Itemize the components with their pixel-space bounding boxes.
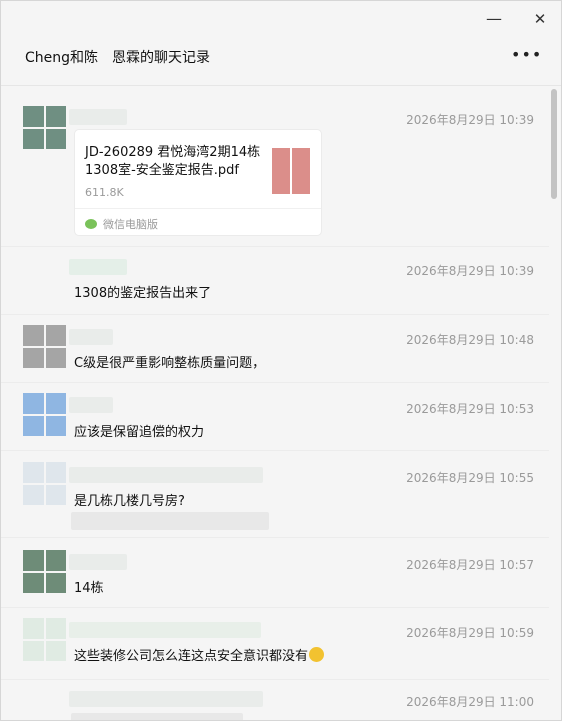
file-source-label: 微信电脑版 — [103, 218, 158, 231]
minimize-icon[interactable]: — — [483, 9, 505, 29]
sender-name-redacted — [69, 554, 127, 570]
title-bar: — ✕ Cheng和陈 恩霖的聊天记录 ••• — [1, 1, 561, 86]
sender-name-redacted — [69, 397, 113, 413]
message-text: C级是很严重影响整栋质量问题， — [74, 356, 266, 371]
message-text-redacted — [71, 713, 243, 720]
close-icon[interactable]: ✕ — [529, 9, 551, 29]
pdf-file-icon — [272, 148, 310, 194]
avatar[interactable] — [23, 550, 66, 593]
message-time: 2026年8月29日 11:00 — [406, 695, 534, 709]
avatar-tile — [23, 128, 44, 149]
message-text: 14栋 — [74, 581, 104, 596]
sender-name-redacted — [69, 329, 113, 345]
wechat-icon — [85, 219, 97, 229]
file-source: 微信电脑版 — [85, 216, 158, 232]
more-icon[interactable]: ••• — [511, 45, 542, 64]
page-title: Cheng和陈 恩霖的聊天记录 — [25, 47, 210, 67]
avatar-tile — [45, 106, 66, 127]
sender-name-redacted — [69, 622, 261, 638]
avatar[interactable] — [23, 106, 66, 149]
message-time: 2026年8月29日 10:53 — [406, 402, 534, 416]
message-text: 这些装修公司怎么连这点安全意识都没有 — [74, 645, 325, 664]
file-size: 611.8K — [85, 186, 124, 199]
message-item: 2026年8月29日 10:39 1308的鉴定报告出来了 — [1, 246, 549, 315]
divider — [75, 208, 321, 209]
scrollbar[interactable] — [551, 89, 557, 199]
sender-name-redacted — [69, 467, 263, 483]
message-item: 2026年8月29日 11:00 — [1, 679, 549, 720]
message-text: 1308的鉴定报告出来了 — [74, 286, 212, 301]
avatar[interactable] — [23, 325, 66, 368]
message-text: 是几栋几楼几号房? — [74, 494, 185, 509]
avatar[interactable] — [23, 393, 66, 436]
avatar[interactable] — [23, 618, 66, 661]
file-name: JD-260289 君悦海湾2期14栋1308室-安全鉴定报告.pdf — [85, 145, 261, 178]
message-time: 2026年8月29日 10:55 — [406, 471, 534, 485]
message-text-content: 这些装修公司怎么连这点安全意识都没有 — [74, 649, 309, 664]
sender-name-redacted — [69, 109, 127, 125]
quoted-text-redacted — [71, 512, 269, 530]
message-time: 2026年8月29日 10:57 — [406, 558, 534, 572]
message-item: 2026年8月29日 10:55 是几栋几楼几号房? — [1, 450, 549, 538]
message-time: 2026年8月29日 10:39 — [406, 264, 534, 278]
message-text: 应该是保留追偿的权力 — [74, 425, 205, 440]
file-card[interactable]: JD-260289 君悦海湾2期14栋1308室-安全鉴定报告.pdf 611.… — [74, 129, 322, 236]
message-item: 2026年8月29日 10:39 JD-260289 君悦海湾2期14栋1308… — [1, 86, 549, 247]
message-item: 2026年8月29日 10:53 应该是保留追偿的权力 — [1, 382, 549, 451]
avatar-tile — [23, 106, 44, 127]
message-list[interactable]: 2026年8月29日 10:39 JD-260289 君悦海湾2期14栋1308… — [1, 86, 549, 720]
chat-record-window: — ✕ Cheng和陈 恩霖的聊天记录 ••• 2026年8月29日 10:39 … — [0, 0, 562, 721]
sender-name-redacted — [69, 691, 263, 707]
message-item: 2026年8月29日 10:48 C级是很严重影响整栋质量问题， — [1, 314, 549, 383]
message-time: 2026年8月29日 10:39 — [406, 113, 534, 127]
record-title: 恩霖的聊天记录 — [112, 50, 211, 66]
message-time: 2026年8月29日 10:59 — [406, 626, 534, 640]
avatar-tile — [45, 128, 66, 149]
avatar[interactable] — [23, 462, 66, 505]
message-item: 2026年8月29日 10:57 14栋 — [1, 537, 549, 608]
message-time: 2026年8月29日 10:48 — [406, 333, 534, 347]
grimace-emoji-icon — [309, 647, 325, 662]
chat-name: Cheng和陈 — [25, 50, 99, 66]
message-item: 2026年8月29日 10:59 这些装修公司怎么连这点安全意识都没有 — [1, 607, 549, 680]
sender-name-redacted — [69, 259, 127, 275]
